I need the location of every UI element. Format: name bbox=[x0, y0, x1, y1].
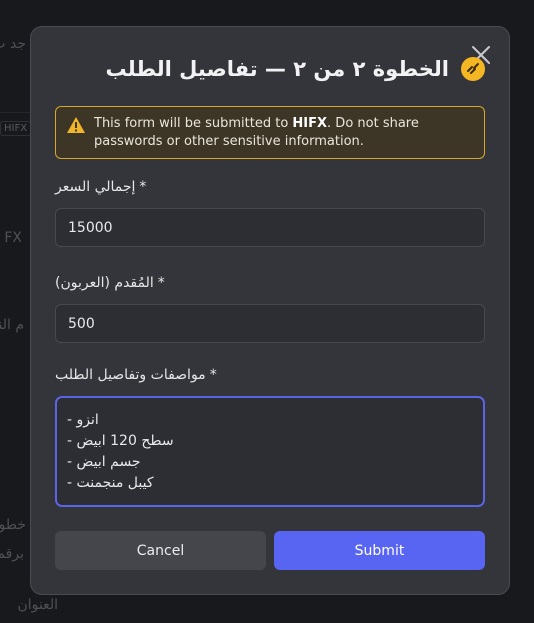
submit-button[interactable]: Submit bbox=[274, 531, 485, 570]
warning-brand: HIFX bbox=[292, 116, 328, 131]
hifx-badge-icon bbox=[461, 57, 485, 81]
warning-prefix: This form will be submitted to bbox=[94, 116, 293, 131]
total-price-label-text: إجمالي السعر bbox=[55, 179, 136, 195]
specs-label: مواصفات وتفاصيل الطلب * bbox=[55, 367, 217, 383]
deposit-label: المُقدم (العربون) * bbox=[55, 275, 165, 291]
cancel-button[interactable]: Cancel bbox=[55, 531, 266, 570]
deposit-label-text: المُقدم (العربون) bbox=[55, 275, 154, 291]
warning-icon bbox=[67, 117, 85, 133]
required-marker: * bbox=[209, 367, 217, 383]
warning-text: This form will be submitted to HIFX. Do … bbox=[94, 115, 474, 151]
dialog-title: الخطوة ٢ من ٢ — تفاصيل الطلب bbox=[105, 57, 449, 81]
specs-textarea[interactable]: - انزو - سطح 120 ابيض - جسم ابيض - كيبل … bbox=[55, 396, 485, 507]
total-price-input[interactable] bbox=[55, 208, 485, 247]
order-details-dialog: الخطوة ٢ من ٢ — تفاصيل الطلب This form w… bbox=[30, 26, 510, 595]
dialog-header: الخطوة ٢ من ٢ — تفاصيل الطلب bbox=[105, 53, 485, 85]
required-marker: * bbox=[157, 275, 165, 291]
specs-label-text: مواصفات وتفاصيل الطلب bbox=[55, 367, 206, 383]
required-marker: * bbox=[139, 179, 147, 195]
warning-banner: This form will be submitted to HIFX. Do … bbox=[55, 106, 485, 159]
total-price-label: إجمالي السعر * bbox=[55, 179, 146, 195]
deposit-input[interactable] bbox=[55, 304, 485, 343]
